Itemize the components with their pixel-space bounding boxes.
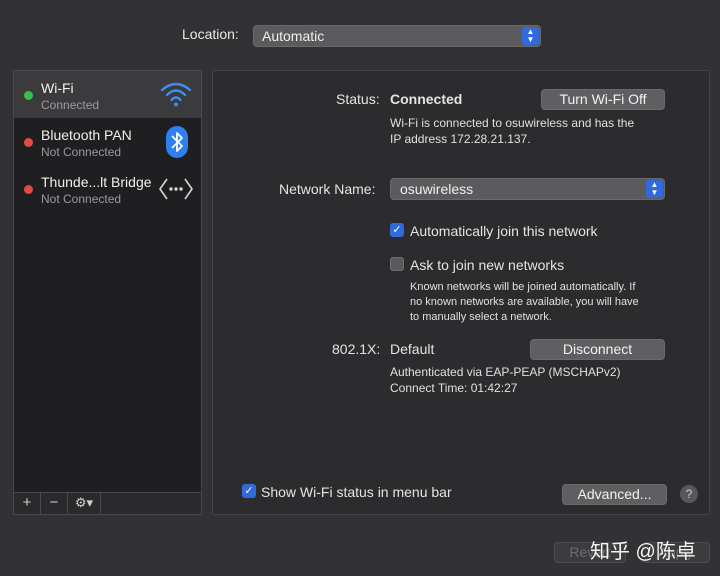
service-status: Not Connected (41, 192, 122, 206)
status-label: Status: (336, 91, 380, 107)
show-wifi-status-checkbox[interactable]: ✓ (242, 484, 256, 498)
auto-join-label: Automatically join this network (410, 223, 598, 239)
service-name: Thunde...lt Bridge (41, 174, 152, 190)
service-name: Wi-Fi (41, 80, 74, 96)
wifi-icon (160, 82, 192, 107)
auto-join-checkbox[interactable]: ✓ (390, 223, 404, 237)
service-name: Bluetooth PAN (41, 127, 132, 143)
remove-service-button[interactable]: − (41, 493, 68, 514)
service-item-bluetooth-pan[interactable]: Bluetooth PAN Not Connected (14, 118, 201, 165)
status-description-line1: Wi-Fi is connected to osuwireless and ha… (390, 116, 635, 130)
add-service-button[interactable]: + (14, 493, 41, 514)
known-networks-note-line1: Known networks will be joined automatica… (410, 281, 636, 293)
known-networks-note-line3: to manually select a network. (410, 311, 552, 323)
network-name-value: osuwireless (400, 181, 474, 197)
advanced-button[interactable]: Advanced... (562, 484, 667, 505)
disconnected-status-dot (24, 138, 33, 147)
location-value: Automatic (262, 28, 325, 44)
auth-method-text: Authenticated via EAP-PEAP (MSCHAPv2) (390, 365, 621, 379)
status-value: Connected (390, 91, 463, 107)
status-description-line2: IP address 172.28.21.137. (390, 132, 531, 146)
service-item-wifi[interactable]: Wi-Fi Connected (14, 71, 201, 118)
help-icon[interactable]: ? (680, 485, 698, 503)
show-wifi-status-label: Show Wi-Fi status in menu bar (261, 484, 452, 500)
service-list: Wi-Fi Connected Bluetooth PAN Not Connec… (13, 70, 202, 515)
connect-time-text: Connect Time: 01:42:27 (390, 381, 518, 395)
bluetooth-icon (166, 126, 188, 158)
service-status: Not Connected (41, 145, 122, 159)
network-name-select[interactable]: osuwireless ▲ ▼ (390, 178, 665, 200)
ask-join-label: Ask to join new networks (410, 257, 565, 273)
dot1x-value: Default (390, 341, 435, 357)
known-networks-note-line2: no known networks are available, you wil… (410, 296, 639, 308)
service-status: Connected (41, 98, 100, 112)
up-down-arrows-icon: ▲ ▼ (522, 27, 539, 45)
dot1x-label: 802.1X: (332, 341, 381, 357)
service-list-toolbar: + − ⚙▾ (14, 492, 201, 514)
gear-icon[interactable]: ⚙▾ (68, 493, 101, 514)
wifi-settings-panel: Status: Connected Turn Wi-Fi Off Wi-Fi i… (212, 70, 710, 515)
disconnected-status-dot (24, 185, 33, 194)
up-down-arrows-icon: ▲ ▼ (646, 180, 663, 198)
location-label: Location: (182, 26, 239, 42)
disconnect-button[interactable]: Disconnect (530, 339, 665, 360)
connected-status-dot (24, 91, 33, 100)
service-item-thunderbolt-bridge[interactable]: Thunde...lt Bridge Not Connected (14, 165, 201, 212)
location-select[interactable]: Automatic ▲ ▼ (253, 25, 541, 47)
turn-wifi-off-button[interactable]: Turn Wi-Fi Off (541, 89, 665, 110)
ask-join-checkbox[interactable] (390, 257, 404, 271)
bridge-arrows-icon (159, 178, 193, 200)
watermark-text: 知乎 @陈卓 (590, 541, 696, 563)
network-preferences-window: Location: Automatic ▲ ▼ Wi-Fi Connected B… (0, 0, 720, 576)
network-name-label: Network Name: (279, 181, 376, 197)
